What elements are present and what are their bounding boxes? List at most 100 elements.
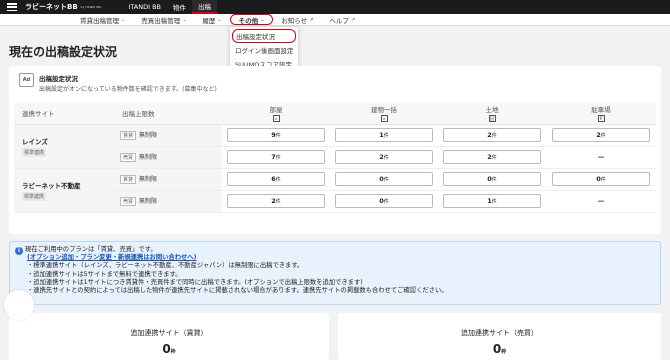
tab-publish[interactable]: 出稿 [192, 0, 218, 14]
count-button[interactable]: 9件 [227, 128, 325, 142]
sub-nav: 賃貸出稿管理 ⌄ 売買出稿管理 ⌄ 履歴 ⌄ その他 ⌄ お知らせ ↗ ヘルプ ↗ [0, 14, 670, 26]
card-title: 出稿設定状況 [39, 75, 78, 83]
nav-label: ヘルプ [329, 16, 349, 25]
logo[interactable]: ラビーネットBB by ITANDI INC. [25, 2, 102, 12]
unit-label: 件 [383, 155, 389, 161]
tab-itandi-bb[interactable]: ITANDI BB [122, 0, 167, 14]
limit-cell: 売買 無制限 [114, 146, 222, 169]
type-tag: 売買 [120, 153, 137, 162]
nav-history[interactable]: 履歴 ⌄ [194, 14, 229, 26]
count-button[interactable]: 2件 [227, 194, 325, 208]
page-title: 現在の出稿設定状況 [9, 45, 118, 59]
limit-value: 無制限 [139, 154, 158, 161]
type-tag: 賃貸 [120, 131, 137, 140]
sale-extra-value: 0枠 [338, 342, 661, 356]
count-cell: 2件 [438, 146, 546, 169]
notice-bullet: ・標準連携サイト（レインズ、ラビーネット不動産、不動産ジャパン）は無制限に出稿で… [27, 262, 304, 270]
table-row: レインズ 標準連携 賃貸 無制限 9件 1件 2件 2件 [14, 124, 656, 169]
count-button[interactable]: 6件 [227, 172, 325, 186]
count-cell: 2件 [330, 146, 438, 169]
unit-label: 件 [383, 177, 389, 183]
count-button[interactable]: 7件 [227, 150, 325, 164]
unit-label: 件 [600, 133, 606, 139]
count-button[interactable]: 2件 [443, 128, 541, 142]
nav-other[interactable]: その他 ⌄ [229, 14, 274, 25]
count-cell: 2件 [438, 124, 546, 147]
unit-label: 件 [275, 199, 281, 205]
external-link-icon: ↗ [309, 16, 314, 23]
count-button[interactable]: 2件 [335, 150, 433, 164]
nav-label: お知らせ [281, 16, 308, 25]
card-header: Ad 出稿設定状況 出稿設定がオンになっている物件数を確認できます。(募集中など… [19, 73, 217, 93]
unit-label: 件 [600, 177, 606, 183]
site-badge: 標準連携 [22, 191, 47, 201]
building-icon: ▫ [380, 114, 388, 122]
col-building: 建物一括 ▫ [330, 102, 438, 125]
col-site: 連携サイト [14, 102, 114, 125]
unit-label: 枠 [170, 349, 176, 355]
count-button[interactable]: 0件 [552, 172, 650, 186]
site-badge: 標準連携 [22, 147, 47, 157]
nav-help[interactable]: ヘルプ ↗ [321, 14, 363, 26]
tab-property[interactable]: 物件 [167, 0, 192, 14]
count-button[interactable]: 1件 [335, 128, 433, 142]
room-icon: ▫ [272, 114, 280, 122]
inquiry-link[interactable]: (オプション追加・プラン変更・新規連携はお問い合わせへ) [27, 254, 196, 261]
nav-sale-publish[interactable]: 売買出稿管理 ⌄ [133, 14, 194, 26]
value-number: 0 [162, 342, 171, 356]
menu-publish-status[interactable]: 出稿設定状況 [232, 29, 296, 43]
notice-bullet: ・追加連携サイトは5サイトまで無料で連携できます。 [27, 270, 182, 278]
table-header: 連携サイト 出稿上限数 部屋 ▫ 建物一括 ▫ 土地田 駐車場 P [14, 102, 656, 125]
menu-login-screen[interactable]: ログイン後画面設定 [230, 43, 298, 57]
top-bar: ラビーネットBB by ITANDI INC. ITANDI BB 物件 出稿 [0, 0, 670, 14]
table-row: ラビーネット不動産 標準連携 賃貸 無制限 6件 0件 0件 0件 [14, 168, 656, 213]
unit-label: 件 [491, 199, 497, 205]
count-button[interactable]: 1件 [443, 194, 541, 208]
count-button[interactable]: 0件 [443, 172, 541, 186]
chevron-down-icon: ⌄ [121, 16, 126, 23]
unit-label: 件 [383, 199, 389, 205]
count-button[interactable]: 0件 [335, 194, 433, 208]
value-number: 0 [492, 342, 502, 356]
parking-icon: P [597, 114, 605, 122]
type-tag: 賃貸 [120, 175, 137, 184]
ad-icon: Ad [19, 73, 34, 87]
logo-text: ラビーネットBB [25, 3, 78, 11]
unit-label: 件 [275, 177, 281, 183]
count-button[interactable]: 2件 [443, 150, 541, 164]
count-cell: 7件 [222, 146, 330, 169]
count-cell: 0件 [546, 168, 656, 191]
card-desc: 出稿設定がオンになっている物件数を確認できます。(募集中など) [39, 86, 217, 93]
limit-cell: 賃貸 無制限 [114, 124, 222, 147]
chevron-down-icon: ⌄ [260, 16, 265, 23]
count-cell: 0件 [330, 168, 438, 191]
limit-cell: 賃貸 無制限 [114, 168, 222, 191]
empty-value: — [597, 197, 605, 205]
sale-extra-card: 追加連携サイト（売買） 0枠 [338, 313, 661, 360]
count-button[interactable]: 2件 [552, 128, 650, 142]
col-limit: 出稿上限数 [114, 102, 222, 125]
status-table: 連携サイト 出稿上限数 部屋 ▫ 建物一括 ▫ 土地田 駐車場 P レインズ 標準連携 … [14, 102, 656, 213]
count-cell: — [546, 146, 656, 169]
top-tabs: ITANDI BB 物件 出稿 [122, 0, 218, 14]
col-label: 部屋 [269, 105, 283, 114]
count-button[interactable]: 0件 [335, 172, 433, 186]
type-tag: 売買 [120, 197, 137, 206]
unit-label: 件 [383, 133, 389, 139]
nav-rent-publish[interactable]: 賃貸出稿管理 ⌄ [72, 14, 133, 26]
count-cell: 6件 [222, 168, 330, 191]
site-cell: レインズ 標準連携 [14, 124, 114, 169]
floating-button[interactable] [4, 290, 34, 320]
unit-label: 枠 [501, 349, 507, 355]
count-cell: 2件 [546, 124, 656, 147]
count-cell: 0件 [438, 168, 546, 191]
nav-label: 賃貸出稿管理 [80, 16, 119, 25]
rent-extra-card: 追加連携サイト（賃貸） 0枠 [9, 313, 329, 360]
sale-extra-title: 追加連携サイト（売買） [461, 329, 538, 337]
unit-label: 件 [491, 133, 497, 139]
count-cell: 0件 [330, 190, 438, 213]
logo-sub: by ITANDI INC. [80, 5, 103, 9]
menu-icon[interactable] [7, 3, 17, 11]
col-land: 土地田 [438, 102, 546, 125]
nav-news[interactable]: お知らせ ↗ [273, 14, 321, 26]
